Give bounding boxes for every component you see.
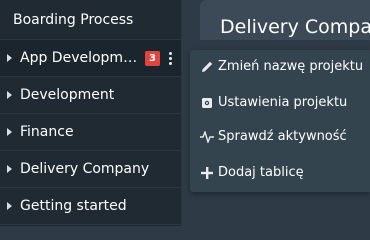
sidebar-project-title[interactable]: Boarding Process [0, 0, 181, 40]
sidebar-item-delivery-company[interactable]: Delivery Company [0, 151, 181, 188]
project-context-menu: Zmień nazwę projektu Ustawienia projektu… [190, 50, 370, 192]
sidebar-item-development[interactable]: Development [0, 77, 181, 114]
notification-badge: 3 [145, 51, 160, 66]
sidebar-item-label: Getting started [20, 198, 127, 214]
caret-right-icon[interactable] [7, 165, 12, 173]
plus-icon [200, 166, 214, 180]
caret-right-icon[interactable] [7, 91, 12, 99]
menu-item-label: Ustawienia projektu [218, 95, 348, 110]
menu-item-check-activity[interactable]: Sprawdź aktywność [200, 129, 347, 144]
menu-item-rename-project[interactable]: Zmień nazwę projektu [200, 59, 363, 74]
activity-icon [200, 130, 214, 144]
more-vertical-icon[interactable] [165, 50, 175, 67]
caret-right-icon[interactable] [7, 202, 12, 210]
settings-icon [200, 96, 214, 110]
sidebar-item-finance[interactable]: Finance [0, 114, 181, 151]
menu-item-project-settings[interactable]: Ustawienia projektu [200, 95, 347, 110]
sidebar-item-label: Development [20, 87, 115, 103]
caret-right-icon[interactable] [7, 54, 12, 62]
sidebar-item-label: Finance [20, 124, 74, 140]
menu-item-add-board[interactable]: Dodaj tablicę [200, 165, 304, 180]
sidebar-item-getting-started[interactable]: Getting started [0, 188, 181, 225]
pencil-icon [200, 60, 214, 74]
caret-right-icon[interactable] [7, 128, 12, 136]
menu-item-label: Sprawdź aktywność [218, 129, 347, 144]
main-header: Delivery Compa [200, 0, 370, 40]
menu-item-label: Zmień nazwę projektu [218, 59, 364, 74]
sidebar: Boarding Process App Developm… 3 Develop… [0, 0, 182, 226]
menu-item-label: Dodaj tablicę [218, 165, 304, 180]
page-title: Delivery Compa [220, 16, 370, 38]
sidebar-item-label: App Developm… [20, 50, 138, 66]
sidebar-item-app-development[interactable]: App Developm… 3 [0, 40, 181, 77]
sidebar-item-label: Delivery Company [20, 161, 150, 177]
